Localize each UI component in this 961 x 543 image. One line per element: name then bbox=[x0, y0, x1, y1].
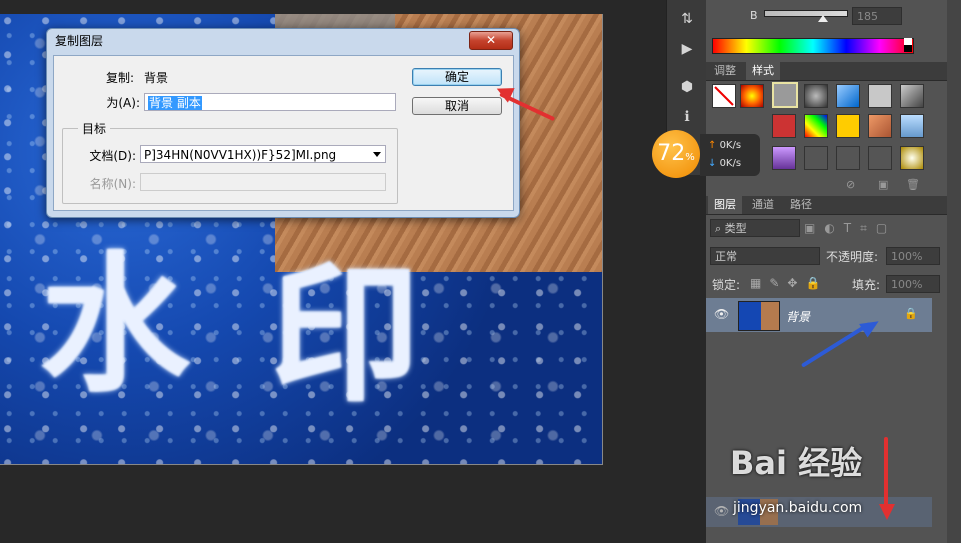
name-label: 名称(N): bbox=[89, 177, 136, 191]
layers-tabs: 图层 通道 路径 bbox=[706, 196, 947, 215]
layer-thumbnail bbox=[738, 301, 780, 331]
chevron-down-icon bbox=[373, 152, 381, 157]
style-swatch-15[interactable] bbox=[836, 146, 860, 170]
target-group bbox=[62, 128, 398, 204]
style-swatch-11[interactable] bbox=[868, 114, 892, 138]
layer-filter-select[interactable]: ⌕ 类型 bbox=[710, 219, 800, 237]
tab-styles[interactable]: 样式 bbox=[746, 62, 780, 80]
dialog-title: 复制图层 bbox=[55, 34, 104, 48]
download-arrow-icon: ↓ bbox=[708, 158, 720, 169]
style-swatch-4[interactable] bbox=[804, 84, 828, 108]
scrollbar[interactable] bbox=[947, 0, 961, 543]
trash-icon[interactable]: 🗑 bbox=[906, 178, 920, 191]
tab-channels[interactable]: 通道 bbox=[746, 196, 780, 214]
style-swatch-2[interactable] bbox=[740, 84, 764, 108]
cancel-button[interactable]: 取消 bbox=[412, 97, 502, 115]
copy-value: 背景 bbox=[144, 71, 169, 85]
copy-label: 复制: bbox=[105, 71, 134, 85]
blend-mode-select[interactable]: 正常 bbox=[710, 247, 820, 265]
percent-sign: % bbox=[685, 152, 695, 163]
layer-row[interactable]: 👁 背景 🔒 bbox=[706, 298, 932, 332]
eye-icon[interactable]: 👁 bbox=[714, 504, 729, 518]
style-swatch-14[interactable] bbox=[804, 146, 828, 170]
clear-style-icon[interactable]: ⊘ bbox=[846, 178, 855, 191]
no-style-icon bbox=[714, 86, 734, 106]
red-arrowhead-new-layer bbox=[879, 504, 895, 520]
color-spectrum[interactable] bbox=[712, 38, 914, 54]
duplicate-layer-dialog: 复制图层 ✕ 复制: 背景 为(A): 背景 副本 确定 取消 目标 文档(D)… bbox=[46, 28, 520, 218]
baidu-watermark: Bai 经验 bbox=[730, 444, 863, 482]
ok-button[interactable]: 确定 bbox=[412, 68, 502, 86]
style-swatch-12[interactable] bbox=[900, 114, 924, 138]
red-arrow-new-layer bbox=[884, 437, 888, 513]
slider-handle[interactable] bbox=[818, 15, 828, 22]
layer-name-input[interactable]: 背景 副本 bbox=[144, 93, 396, 111]
fill-field[interactable]: 100% bbox=[886, 275, 940, 293]
eye-icon[interactable]: 👁 bbox=[714, 307, 729, 321]
style-swatch-17[interactable] bbox=[900, 146, 924, 170]
as-label: 为(A): bbox=[106, 96, 140, 110]
speed-panel: ↑ 0K/s ↓ 0K/s bbox=[700, 134, 760, 176]
document-value: P]34HN(N0VV1HX))F}52]MI.png bbox=[144, 148, 337, 162]
style-swatch-selected[interactable] bbox=[772, 82, 798, 108]
filter-value: 类型 bbox=[724, 222, 747, 235]
styles-tabs: 调整 样式 bbox=[706, 62, 947, 81]
style-swatch-9[interactable] bbox=[804, 114, 828, 138]
name-input-disabled bbox=[140, 173, 386, 191]
style-swatch-7[interactable] bbox=[900, 84, 924, 108]
style-swatch-10[interactable] bbox=[836, 114, 860, 138]
target-group-title: 目标 bbox=[78, 120, 111, 137]
style-swatch-8[interactable] bbox=[772, 114, 796, 138]
tab-paths[interactable]: 路径 bbox=[784, 196, 818, 214]
fill-label: 填充: bbox=[852, 278, 881, 292]
upload-arrow-icon: ↑ bbox=[708, 140, 720, 151]
document-select[interactable]: P]34HN(N0VV1HX))F}52]MI.png bbox=[140, 145, 386, 163]
tab-layers[interactable]: 图层 bbox=[708, 196, 742, 214]
style-swatch-16[interactable] bbox=[868, 146, 892, 170]
style-swatch-none[interactable] bbox=[712, 84, 736, 108]
ice-text-glyph-1: 水 bbox=[40, 239, 191, 413]
download-value: 0K/s bbox=[719, 158, 742, 169]
lock-icons[interactable]: ▦✎✥🔒 bbox=[750, 276, 828, 290]
dialog-body: 复制: 背景 为(A): 背景 副本 确定 取消 目标 文档(D): P]34H… bbox=[53, 55, 514, 211]
history-icon[interactable]: ⇅ bbox=[675, 8, 699, 30]
channel-slider[interactable] bbox=[764, 10, 848, 17]
download-speed: ↓ 0K/s bbox=[708, 158, 741, 169]
close-button[interactable]: ✕ bbox=[469, 31, 513, 50]
style-swatch-5[interactable] bbox=[836, 84, 860, 108]
selected-text: 背景 副本 bbox=[148, 96, 202, 110]
percent-value: 72 bbox=[657, 141, 686, 166]
new-style-icon[interactable]: ▣ bbox=[878, 178, 888, 191]
color-channel-label: B bbox=[750, 9, 758, 22]
play-icon[interactable]: ▶ bbox=[675, 38, 699, 60]
style-swatch-6[interactable] bbox=[868, 84, 892, 108]
tab-adjustments[interactable]: 调整 bbox=[708, 62, 742, 80]
channel-value-field[interactable]: 185 bbox=[852, 7, 902, 25]
white-swatch[interactable] bbox=[904, 38, 912, 45]
opacity-field[interactable]: 100% bbox=[886, 247, 940, 265]
search-icon: ⌕ bbox=[715, 222, 725, 235]
network-speed-widget: ↑ 0K/s ↓ 0K/s 72% bbox=[652, 130, 764, 178]
3d-cube-icon[interactable]: ⬢ bbox=[675, 76, 699, 98]
lock-label: 锁定: bbox=[712, 278, 741, 292]
opacity-label: 不透明度: bbox=[826, 250, 879, 264]
upload-speed: ↑ 0K/s bbox=[708, 140, 741, 151]
lock-icon: 🔒 bbox=[904, 307, 918, 320]
watermark-url: jingyan.baidu.com bbox=[733, 500, 863, 516]
upload-value: 0K/s bbox=[719, 140, 742, 151]
ice-text-glyph-2: 印 bbox=[270, 249, 421, 423]
memory-percent-circle[interactable]: 72% bbox=[652, 130, 700, 178]
style-swatch-13[interactable] bbox=[772, 146, 796, 170]
info-icon[interactable]: ℹ bbox=[675, 106, 699, 128]
document-label: 文档(D): bbox=[89, 149, 136, 163]
filter-icons[interactable]: ▣◐T⌗▢ bbox=[804, 221, 896, 236]
layer-name[interactable]: 背景 bbox=[786, 308, 810, 325]
black-swatch[interactable] bbox=[904, 45, 912, 52]
